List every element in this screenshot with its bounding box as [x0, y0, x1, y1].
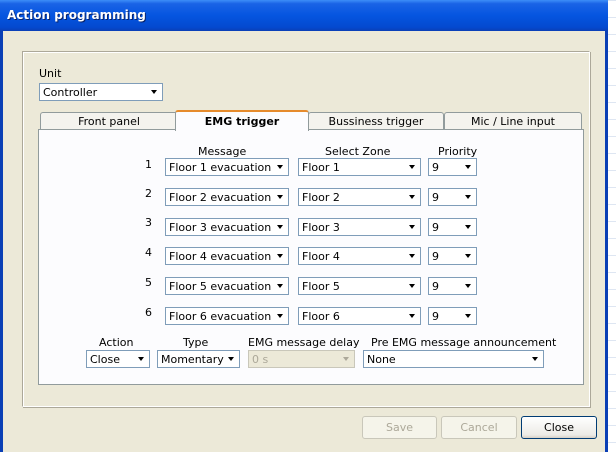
type-select-value: Momentary	[161, 353, 224, 366]
zone-select[interactable]: Floor 6	[298, 307, 421, 325]
chevron-down-icon[interactable]	[273, 279, 287, 293]
message-select-value: Floor 3 evacuation	[169, 221, 272, 234]
priority-select[interactable]: 9	[428, 307, 477, 325]
message-select[interactable]: Floor 5 evacuation	[165, 277, 289, 295]
message-select[interactable]: Floor 2 evacuation	[165, 188, 289, 206]
chevron-down-icon[interactable]	[528, 352, 542, 366]
tab-mic-line-input[interactable]: Mic / Line input	[444, 112, 582, 130]
pre-announcement-select[interactable]: None	[363, 350, 544, 368]
message-select[interactable]: Floor 6 evacuation	[165, 307, 289, 325]
priority-select[interactable]: 9	[428, 247, 477, 265]
message-select[interactable]: Floor 3 evacuation	[165, 218, 289, 236]
chevron-down-icon[interactable]	[405, 220, 419, 234]
message-select-value: Floor 2 evacuation	[169, 191, 272, 204]
zone-select-value: Floor 6	[302, 310, 340, 323]
unit-label: Unit	[39, 67, 62, 80]
chevron-down-icon	[339, 352, 353, 366]
chevron-down-icon[interactable]	[134, 352, 148, 366]
chevron-down-icon[interactable]	[273, 249, 287, 263]
delay-select-value: 0 s	[252, 353, 269, 366]
zone-select[interactable]: Floor 3	[298, 218, 421, 236]
dialog-window: Action programming Unit Controller Front…	[0, 0, 608, 452]
priority-select[interactable]: 9	[428, 218, 477, 236]
chevron-down-icon[interactable]	[405, 190, 419, 204]
zone-select[interactable]: Floor 5	[298, 277, 421, 295]
chevron-down-icon[interactable]	[273, 190, 287, 204]
zone-select[interactable]: Floor 2	[298, 188, 421, 206]
message-select-value: Floor 4 evacuation	[169, 250, 272, 263]
action-select-value: Close	[90, 353, 120, 366]
action-select[interactable]: Close	[86, 350, 150, 368]
tab-label: Bussiness trigger	[328, 115, 424, 128]
message-select-value: Floor 5 evacuation	[169, 280, 272, 293]
action-label: Action	[99, 336, 134, 349]
chevron-down-icon[interactable]	[405, 309, 419, 323]
message-select-value: Floor 1 evacuation	[169, 161, 272, 174]
unit-select-value: Controller	[43, 86, 98, 99]
row-number: 4	[145, 246, 152, 259]
tab-label: Front panel	[78, 115, 140, 128]
row-number: 2	[145, 187, 152, 200]
zone-select-value: Floor 5	[302, 280, 340, 293]
zone-select[interactable]: Floor 4	[298, 247, 421, 265]
delay-label: EMG message delay	[248, 336, 360, 349]
chevron-down-icon[interactable]	[461, 279, 475, 293]
title-bar[interactable]: Action programming	[0, 0, 608, 31]
row-number: 5	[145, 276, 152, 289]
pre-announcement-select-value: None	[367, 353, 396, 366]
chevron-down-icon[interactable]	[461, 309, 475, 323]
priority-select[interactable]: 9	[428, 158, 477, 176]
chevron-down-icon[interactable]	[461, 160, 475, 174]
zone-column-header: Select Zone	[325, 145, 391, 158]
chevron-down-icon[interactable]	[461, 220, 475, 234]
priority-column-header: Priority	[438, 145, 478, 158]
delay-select: 0 s	[248, 350, 355, 368]
priority-select[interactable]: 9	[428, 277, 477, 295]
message-select[interactable]: Floor 1 evacuation	[165, 158, 289, 176]
tab-emg-trigger[interactable]: EMG trigger	[175, 110, 309, 131]
priority-select-value: 9	[432, 161, 439, 174]
message-column-header: Message	[198, 145, 247, 158]
chevron-down-icon[interactable]	[405, 160, 419, 174]
unit-select[interactable]: Controller	[39, 83, 163, 101]
priority-select-value: 9	[432, 221, 439, 234]
type-label: Type	[183, 336, 209, 349]
chevron-down-icon[interactable]	[273, 160, 287, 174]
tab-bussiness-trigger[interactable]: Bussiness trigger	[308, 112, 444, 130]
zone-select-value: Floor 1	[302, 161, 340, 174]
type-select[interactable]: Momentary	[157, 350, 240, 368]
priority-select[interactable]: 9	[428, 188, 477, 206]
tab-front-panel[interactable]: Front panel	[40, 112, 178, 130]
priority-select-value: 9	[432, 250, 439, 263]
tab-label: EMG trigger	[204, 115, 280, 128]
zone-select-value: Floor 3	[302, 221, 340, 234]
chevron-down-icon[interactable]	[273, 309, 287, 323]
chevron-down-icon[interactable]	[461, 190, 475, 204]
priority-select-value: 9	[432, 280, 439, 293]
row-number: 3	[145, 216, 152, 229]
chevron-down-icon[interactable]	[273, 220, 287, 234]
chevron-down-icon[interactable]	[224, 352, 238, 366]
row-number: 1	[145, 158, 152, 171]
zone-select-value: Floor 2	[302, 191, 340, 204]
close-button[interactable]: Close	[521, 416, 597, 439]
message-select[interactable]: Floor 4 evacuation	[165, 247, 289, 265]
tab-label: Mic / Line input	[470, 115, 555, 128]
window-title: Action programming	[7, 8, 146, 22]
zone-select-value: Floor 4	[302, 250, 340, 263]
chevron-down-icon[interactable]	[405, 279, 419, 293]
zone-select[interactable]: Floor 1	[298, 158, 421, 176]
pre-announcement-label: Pre EMG message announcement	[371, 336, 557, 349]
chevron-down-icon[interactable]	[405, 249, 419, 263]
save-button[interactable]: Save	[362, 416, 437, 439]
priority-select-value: 9	[432, 191, 439, 204]
window-border	[0, 31, 3, 452]
chevron-down-icon[interactable]	[461, 249, 475, 263]
message-select-value: Floor 6 evacuation	[169, 310, 272, 323]
chevron-down-icon[interactable]	[147, 85, 161, 99]
row-number: 6	[145, 306, 152, 319]
cancel-button[interactable]: Cancel	[441, 416, 517, 439]
priority-select-value: 9	[432, 310, 439, 323]
